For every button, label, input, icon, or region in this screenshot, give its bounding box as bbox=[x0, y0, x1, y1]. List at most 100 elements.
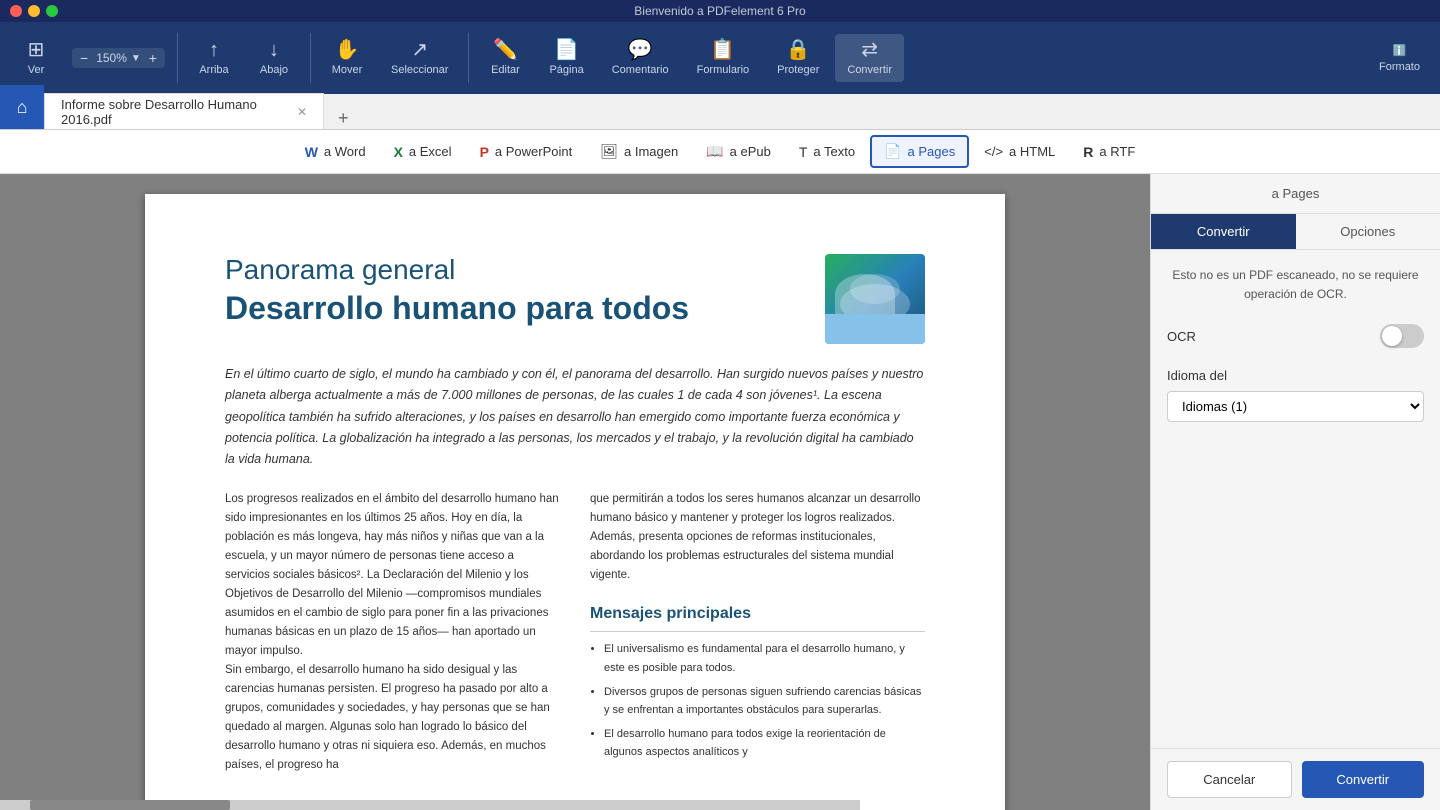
app-title: Bienvenido a PDFelement 6 Pro bbox=[634, 4, 805, 18]
traffic-lights[interactable] bbox=[10, 5, 58, 17]
convertir-button[interactable]: ⇄ Convertir bbox=[835, 34, 904, 82]
scrollbar-thumb[interactable] bbox=[30, 800, 230, 810]
formulario-button[interactable]: 📋 Formulario bbox=[685, 34, 762, 82]
idioma-section: Idioma del Idiomas (1) Español Inglés bbox=[1167, 368, 1424, 422]
zoom-level: 150% bbox=[96, 51, 127, 65]
ver-button[interactable]: ⊞ Ver bbox=[8, 34, 64, 82]
col2-section-title: Mensajes principales bbox=[590, 601, 925, 632]
seleccionar-button[interactable]: ↗ Seleccionar bbox=[379, 34, 460, 82]
convert-to-texto-button[interactable]: T a Texto bbox=[786, 137, 868, 167]
separator-3 bbox=[468, 33, 469, 83]
bullet-1: El universalismo es fundamental para el … bbox=[604, 640, 925, 676]
convert-to-excel-button[interactable]: X a Excel bbox=[381, 137, 465, 167]
mover-icon: ✋ bbox=[335, 40, 360, 60]
word-icon: W bbox=[305, 144, 318, 160]
tab-filename: Informe sobre Desarrollo Humano 2016.pdf bbox=[61, 97, 289, 127]
abajo-icon: ↓ bbox=[269, 40, 279, 60]
col1-text: Los progresos realizados en el ámbito de… bbox=[225, 490, 560, 775]
file-tab[interactable]: Informe sobre Desarrollo Humano 2016.pdf… bbox=[44, 93, 324, 129]
zoom-dropdown-icon[interactable]: ▼ bbox=[131, 53, 141, 64]
ocr-label: OCR bbox=[1167, 329, 1196, 344]
convert-to-imagen-button[interactable]: 🖼 a Imagen bbox=[587, 136, 691, 167]
arriba-icon: ↑ bbox=[209, 40, 219, 60]
ocr-row: OCR bbox=[1167, 324, 1424, 348]
pdf-title-area: Panorama general Desarrollo humano para … bbox=[225, 254, 689, 327]
editar-button[interactable]: ✏️ Editar bbox=[477, 34, 533, 82]
convert-to-powerpoint-button[interactable]: P a PowerPoint bbox=[467, 137, 586, 167]
epub-icon: 📖 bbox=[706, 143, 723, 160]
excel-icon: X bbox=[394, 144, 403, 160]
pdf-title1: Panorama general bbox=[225, 254, 689, 286]
pagina-button[interactable]: 📄 Página bbox=[537, 34, 595, 82]
formato-button[interactable]: ℹ️ Formato bbox=[1367, 38, 1432, 79]
html-icon: </> bbox=[984, 144, 1003, 159]
rtf-icon: R bbox=[1083, 144, 1093, 160]
separator-2 bbox=[310, 33, 311, 83]
home-icon: ⌂ bbox=[17, 97, 28, 118]
zoom-minus-button[interactable]: − bbox=[76, 50, 92, 66]
pdf-columns: Los progresos realizados en el ámbito de… bbox=[225, 490, 925, 775]
pdf-col-1: Los progresos realizados en el ámbito de… bbox=[225, 490, 560, 775]
editar-icon: ✏️ bbox=[493, 40, 518, 60]
pdf-intro: En el último cuarto de siglo, el mundo h… bbox=[225, 364, 925, 470]
convert-tabs-toolbar: W a Word X a Excel P a PowerPoint 🖼 a Im… bbox=[0, 130, 1440, 174]
powerpoint-icon: P bbox=[480, 144, 489, 160]
convert-to-word-button[interactable]: W a Word bbox=[292, 137, 379, 167]
convertir-icon: ⇄ bbox=[861, 40, 878, 60]
zoom-control[interactable]: − 150% ▼ + bbox=[72, 48, 165, 68]
convert-to-html-button[interactable]: </> a HTML bbox=[971, 137, 1068, 166]
panel-title: a Pages bbox=[1151, 174, 1440, 214]
bullet-2: Diversos grupos de personas siguen sufri… bbox=[604, 683, 925, 719]
panel-tabs: Convertir Opciones bbox=[1151, 214, 1440, 250]
bullet-3: El desarrollo humano para todos exige la… bbox=[604, 725, 925, 761]
pdf-page: Panorama general Desarrollo humano para … bbox=[145, 194, 1005, 810]
cancel-button[interactable]: Cancelar bbox=[1167, 761, 1292, 798]
ver-icon: ⊞ bbox=[28, 40, 45, 60]
idioma-select[interactable]: Idiomas (1) Español Inglés bbox=[1167, 391, 1424, 422]
comentario-button[interactable]: 💬 Comentario bbox=[600, 34, 681, 82]
close-button[interactable] bbox=[10, 5, 22, 17]
convert-to-epub-button[interactable]: 📖 a ePub bbox=[693, 136, 784, 167]
comentario-icon: 💬 bbox=[628, 40, 653, 60]
arriba-button[interactable]: ↑ Arriba bbox=[186, 34, 242, 82]
zoom-plus-button[interactable]: + bbox=[145, 50, 161, 66]
title-bar: Bienvenido a PDFelement 6 Pro bbox=[0, 0, 1440, 22]
convert-to-pages-button[interactable]: 📄 a Pages bbox=[870, 135, 969, 168]
proteger-button[interactable]: 🔒 Proteger bbox=[765, 34, 831, 82]
col2-text: que permitirán a todos los seres humanos… bbox=[590, 490, 925, 585]
maximize-button[interactable] bbox=[46, 5, 58, 17]
imagen-icon: 🖼 bbox=[600, 143, 618, 160]
col2-bullets: El universalismo es fundamental para el … bbox=[590, 640, 925, 761]
proteger-icon: 🔒 bbox=[786, 40, 811, 60]
panel-actions: Cancelar Convertir bbox=[1151, 748, 1440, 810]
pagina-icon: 📄 bbox=[554, 40, 579, 60]
separator-1 bbox=[177, 33, 178, 83]
pdf-header: Panorama general Desarrollo humano para … bbox=[225, 254, 925, 344]
toolbar: ⊞ Ver − 150% ▼ + ↑ Arriba ↓ Abajo ✋ Move… bbox=[0, 22, 1440, 94]
convert-button[interactable]: Convertir bbox=[1302, 761, 1425, 798]
pdf-title2: Desarrollo humano para todos bbox=[225, 290, 689, 327]
ocr-toggle[interactable] bbox=[1380, 324, 1424, 348]
close-tab-icon[interactable]: ✕ bbox=[297, 105, 307, 119]
main-area: Panorama general Desarrollo humano para … bbox=[0, 174, 1440, 810]
pages-icon: 📄 bbox=[884, 143, 901, 160]
formulario-icon: 📋 bbox=[710, 40, 735, 60]
home-button[interactable]: ⌂ bbox=[0, 85, 44, 129]
mover-button[interactable]: ✋ Mover bbox=[319, 34, 375, 82]
abajo-button[interactable]: ↓ Abajo bbox=[246, 34, 302, 82]
pdf-viewer[interactable]: Panorama general Desarrollo humano para … bbox=[0, 174, 1150, 810]
panel-desc: Esto no es un PDF escaneado, no se requi… bbox=[1167, 266, 1424, 304]
pdf-col-2: que permitirán a todos los seres humanos… bbox=[590, 490, 925, 775]
panel-content: Esto no es un PDF escaneado, no se requi… bbox=[1151, 250, 1440, 748]
horizontal-scrollbar[interactable] bbox=[0, 800, 860, 810]
right-panel: a Pages Convertir Opciones Esto no es un… bbox=[1150, 174, 1440, 810]
add-tab-button[interactable]: + bbox=[332, 108, 355, 129]
convert-to-rtf-button[interactable]: R a RTF bbox=[1070, 137, 1148, 167]
seleccionar-icon: ↗ bbox=[411, 40, 428, 60]
pdf-logo bbox=[825, 254, 925, 344]
formato-icon: ℹ️ bbox=[1393, 44, 1407, 57]
panel-tab-options[interactable]: Opciones bbox=[1296, 214, 1440, 249]
minimize-button[interactable] bbox=[28, 5, 40, 17]
idioma-label: Idioma del bbox=[1167, 368, 1424, 383]
panel-tab-convert[interactable]: Convertir bbox=[1151, 214, 1296, 249]
